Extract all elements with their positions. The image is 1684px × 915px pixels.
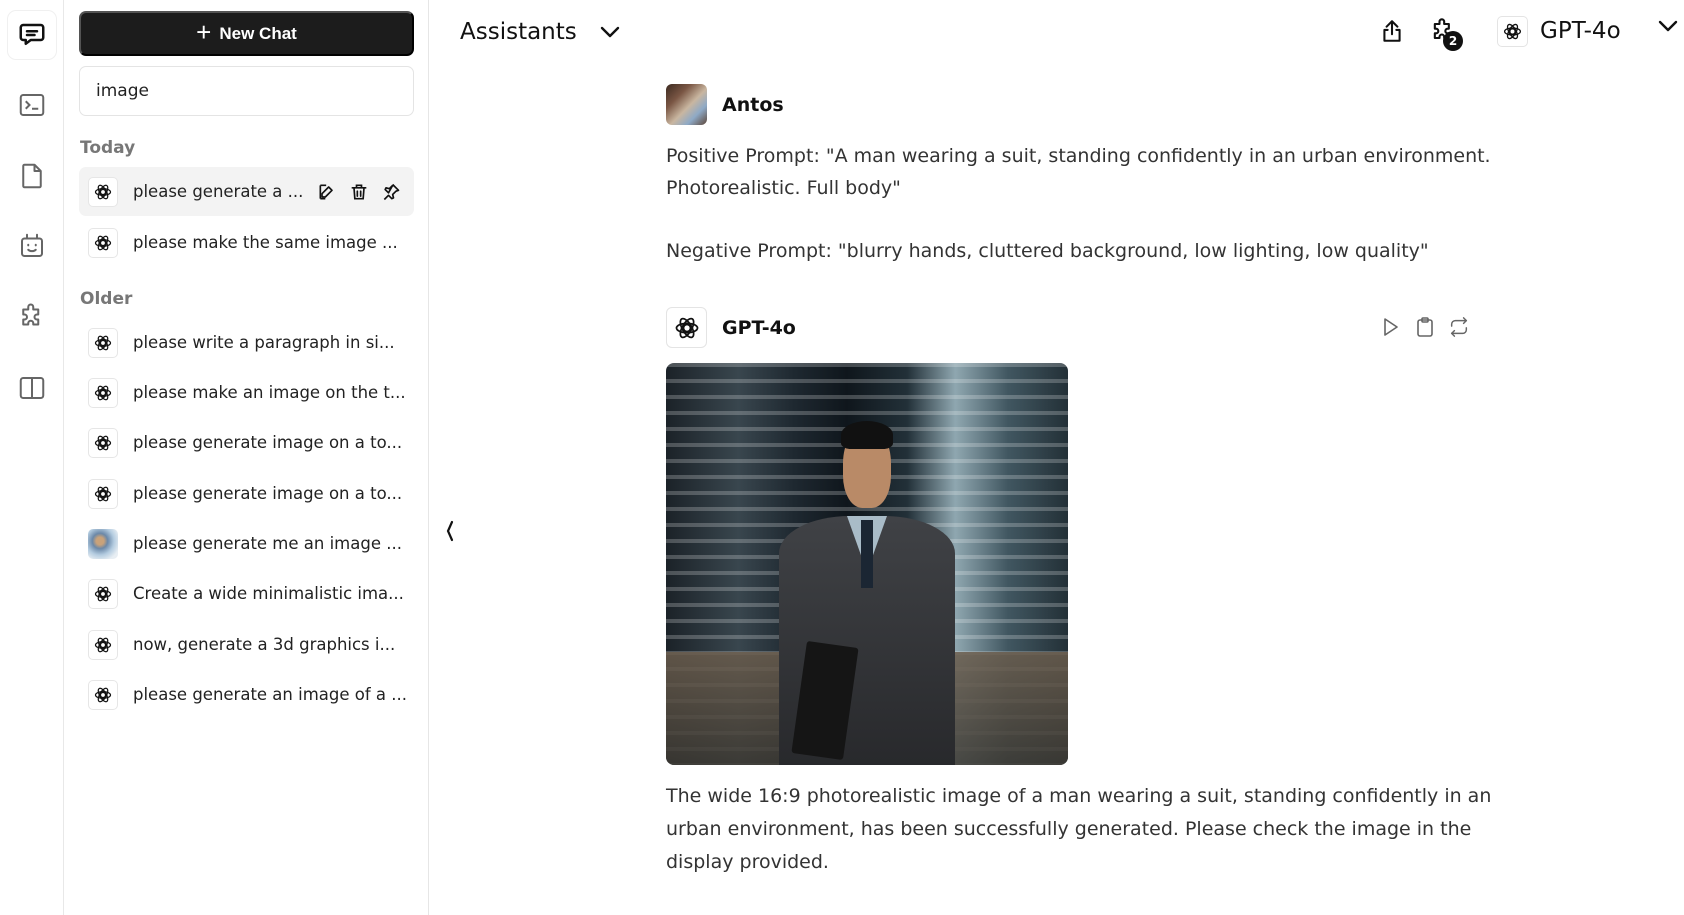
chat-list-item[interactable]: please generate a ... — [79, 167, 414, 216]
chevron-down-icon — [1658, 20, 1678, 32]
chat-title: please make an image on the t... — [133, 383, 406, 402]
chat-title: please generate image on a to... — [133, 433, 403, 452]
assistants-label: Assistants — [460, 19, 577, 45]
chat-list-item[interactable]: please generate an image of a ... — [79, 670, 414, 719]
sender-name: Antos — [722, 93, 784, 116]
copy-button[interactable] — [1414, 314, 1436, 340]
trash-icon — [351, 184, 367, 199]
chat-list-item[interactable]: please make an image on the t... — [79, 368, 414, 417]
sender-name: GPT-4o — [722, 316, 796, 339]
edit-button[interactable] — [316, 181, 338, 203]
collapse-sidebar-handle[interactable] — [443, 518, 457, 544]
user-avatar — [666, 84, 707, 125]
openai-icon — [88, 427, 118, 458]
openai-icon — [88, 176, 118, 207]
edit-icon — [319, 184, 333, 199]
openai-icon — [1497, 15, 1528, 47]
message-actions — [1380, 314, 1470, 340]
chat-list-item[interactable]: please write a paragraph in si... — [79, 318, 414, 367]
delete-button[interactable] — [348, 181, 370, 203]
chat-title: please generate a ... — [133, 182, 304, 201]
share-button[interactable] — [1374, 13, 1410, 49]
message-paragraph: Negative Prompt: "blurry hands, cluttere… — [666, 240, 1429, 262]
rail-files-button[interactable] — [8, 152, 56, 200]
chat-list-item[interactable]: now, generate a 3d graphics i... — [79, 620, 414, 669]
rail-assistants-button[interactable] — [8, 222, 56, 270]
message-paragraph: Positive Prompt: "A man wearing a suit, … — [666, 145, 1491, 199]
chevron-left-icon — [446, 520, 454, 542]
share-icon — [1383, 20, 1401, 42]
chat-sidebar: + New Chat Today please generate a ... p… — [64, 0, 429, 915]
chat-title: please generate image on a to... — [133, 484, 403, 503]
puzzle-icon — [22, 303, 40, 326]
rail-plugins-button[interactable] — [8, 293, 56, 341]
new-chat-button[interactable]: + New Chat — [79, 11, 414, 56]
rail-chats-button[interactable] — [8, 11, 56, 59]
chat-title: please make the same image ... — [133, 233, 398, 252]
play-icon — [1384, 318, 1398, 336]
openai-icon — [88, 478, 118, 509]
plugins-count-badge: 2 — [1443, 31, 1463, 51]
model-selector[interactable]: GPT-4o — [1497, 13, 1678, 49]
chat-search-input[interactable] — [79, 66, 414, 116]
image-hair — [840, 421, 894, 450]
chat-title: now, generate a 3d graphics i... — [133, 635, 396, 654]
openai-icon — [88, 679, 118, 710]
openai-icon — [666, 307, 707, 348]
user-message-header: Antos — [666, 84, 784, 125]
chevron-down-icon — [600, 26, 619, 38]
openai-icon — [88, 629, 118, 660]
regenerate-button[interactable] — [1448, 314, 1470, 340]
chat-list-item[interactable]: please generate me an image ... — [79, 519, 414, 568]
chat-icon — [19, 23, 45, 45]
pin-button[interactable] — [380, 181, 402, 203]
repeat-icon — [1450, 317, 1468, 337]
new-chat-label: New Chat — [219, 23, 297, 43]
openai-icon — [88, 377, 118, 408]
plugins-button[interactable]: 2 — [1425, 13, 1463, 51]
terminal-icon — [19, 94, 45, 116]
assistants-dropdown[interactable]: Assistants — [460, 14, 621, 50]
chat-list-item[interactable]: please generate image on a to... — [79, 418, 414, 467]
clipboard-icon — [1417, 317, 1433, 337]
openai-icon — [88, 578, 118, 609]
image-tie — [860, 519, 874, 589]
plus-icon: + — [196, 17, 212, 47]
icon-rail — [0, 0, 64, 915]
chat-title: please generate an image of a ... — [133, 685, 407, 704]
group-label-older: Older — [80, 289, 133, 309]
custom-assistant-avatar — [88, 528, 118, 559]
chat-row-actions — [316, 181, 414, 203]
openai-icon — [88, 327, 118, 358]
chat-title: Create a wide minimalistic ima... — [133, 584, 404, 603]
chat-list-item[interactable]: Create a wide minimalistic ima... — [79, 569, 414, 618]
pin-icon — [383, 183, 400, 200]
rail-toggle-panel-button[interactable] — [8, 364, 56, 412]
chat-list-item[interactable]: please make the same image ... — [79, 218, 414, 267]
chat-title: please write a paragraph in si... — [133, 333, 395, 352]
generated-image[interactable] — [666, 363, 1068, 765]
openai-icon — [88, 227, 118, 258]
chat-title: please generate me an image ... — [133, 534, 402, 553]
chat-list-item[interactable]: please generate image on a to... — [79, 469, 414, 518]
assistant-message-text: The wide 16:9 photorealistic image of a … — [666, 785, 1492, 873]
group-label-today: Today — [80, 138, 136, 158]
bot-icon — [21, 233, 43, 257]
rail-prompts-button[interactable] — [8, 81, 56, 129]
panel-icon — [19, 377, 45, 399]
model-label: GPT-4o — [1540, 18, 1621, 44]
file-icon — [22, 163, 42, 189]
assistant-message-header: GPT-4o — [666, 307, 796, 348]
play-button[interactable] — [1380, 314, 1402, 340]
